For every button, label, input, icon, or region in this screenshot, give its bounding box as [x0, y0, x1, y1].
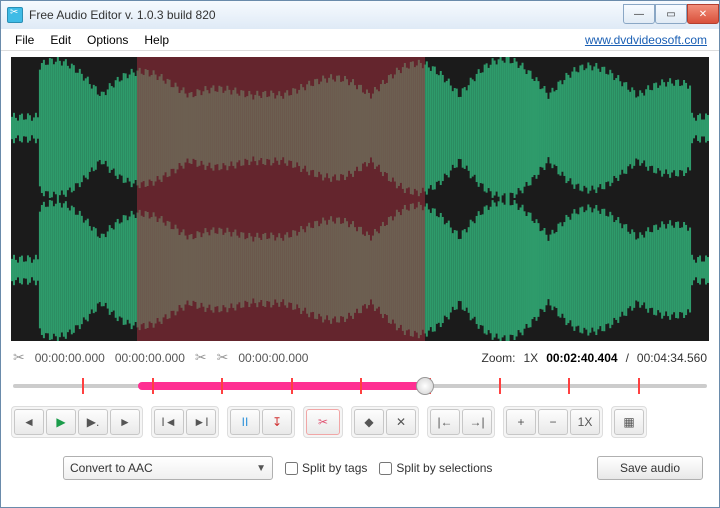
zoom-reset-button[interactable]: 1X	[570, 409, 600, 435]
total-time: 00:04:34.560	[637, 351, 707, 365]
pause-button[interactable]: II	[230, 409, 260, 435]
scissors-icon: ✂	[217, 349, 229, 366]
slider-tick	[638, 378, 640, 394]
slider-knob[interactable]	[416, 377, 434, 395]
menu-help[interactable]: Help	[136, 31, 177, 49]
play-selection-button[interactable]: ▶.	[78, 409, 108, 435]
minimize-button[interactable]: —	[623, 4, 655, 24]
scissors-icon: ✂	[195, 349, 207, 366]
slider-tick	[152, 378, 154, 394]
slider-tick	[291, 378, 293, 394]
vendor-link[interactable]: www.dvdvideosoft.com	[585, 33, 707, 47]
menu-file[interactable]: File	[7, 31, 42, 49]
marker-button[interactable]: ↧	[262, 409, 292, 435]
time-fields: ✂ 00:00:00.000 00:00:00.000 ✂ ✂ 00:00:00…	[11, 349, 709, 366]
content: ✂ 00:00:00.000 00:00:00.000 ✂ ✂ 00:00:00…	[1, 51, 719, 507]
menu-edit[interactable]: Edit	[42, 31, 79, 49]
scissors-icon: ✂	[13, 349, 25, 366]
waveform-selection[interactable]	[137, 57, 425, 341]
dropdown-icon: ▼	[256, 463, 266, 474]
titlebar[interactable]: Free Audio Editor v. 1.0.3 build 820 — ▭…	[1, 1, 719, 29]
marker-group: II ↧	[227, 406, 295, 438]
skip-start-button[interactable]: I◄	[154, 409, 184, 435]
app-icon	[7, 7, 23, 23]
split-tags-input[interactable]	[285, 462, 298, 475]
selection-end-time[interactable]: 00:00:00.000	[115, 351, 185, 365]
cut-button[interactable]: ✂	[306, 409, 340, 435]
timeline-slider[interactable]	[13, 374, 707, 396]
slider-tick	[568, 378, 570, 394]
cursor-time[interactable]: 00:00:00.000	[238, 351, 308, 365]
cut-group: ✂	[303, 406, 343, 438]
maximize-button[interactable]: ▭	[655, 4, 687, 24]
app-window: Free Audio Editor v. 1.0.3 build 820 — ▭…	[0, 0, 720, 508]
next-button[interactable]: ►	[110, 409, 140, 435]
sel-start-button[interactable]: |←	[430, 409, 460, 435]
slider-tick	[82, 378, 84, 394]
skip-end-button[interactable]: ►I	[186, 409, 216, 435]
split-button[interactable]: ◆	[354, 409, 384, 435]
zoom-value: 1X	[524, 351, 539, 365]
zoom-group: + − 1X	[503, 406, 603, 438]
delete-marker-button[interactable]: ✕	[386, 409, 416, 435]
split-tags-label: Split by tags	[302, 461, 367, 475]
play-button[interactable]: ▶	[46, 409, 76, 435]
menu-options[interactable]: Options	[79, 31, 136, 49]
bottom-bar: Convert to AAC ▼ Split by tags Split by …	[11, 448, 709, 480]
close-button[interactable]: ✕	[687, 4, 719, 24]
zoom-label: Zoom:	[481, 351, 515, 365]
position-time: 00:02:40.404	[546, 351, 617, 365]
zoom-in-button[interactable]: +	[506, 409, 536, 435]
toolbar: ◄ ▶ ▶. ► I◄ ►I II ↧ ✂ ◆ ✕ |← →|	[11, 404, 709, 440]
image-group: ▦	[611, 406, 647, 438]
time-separator: /	[626, 351, 629, 365]
window-title: Free Audio Editor v. 1.0.3 build 820	[29, 8, 216, 22]
skip-group: I◄ ►I	[151, 406, 219, 438]
format-select[interactable]: Convert to AAC ▼	[63, 456, 273, 480]
selection-start-time[interactable]: 00:00:00.000	[35, 351, 105, 365]
format-select-value: Convert to AAC	[70, 461, 153, 475]
sel-nav-group: |← →|	[427, 406, 495, 438]
cover-art-button[interactable]: ▦	[614, 409, 644, 435]
split-sel-input[interactable]	[379, 462, 392, 475]
slider-tick	[360, 378, 362, 394]
zoom-out-button[interactable]: −	[538, 409, 568, 435]
split-group: ◆ ✕	[351, 406, 419, 438]
slider-tick	[221, 378, 223, 394]
split-sel-label: Split by selections	[396, 461, 492, 475]
sel-end-button[interactable]: →|	[462, 409, 492, 435]
menubar: File Edit Options Help www.dvdvideosoft.…	[1, 29, 719, 51]
save-audio-button[interactable]: Save audio	[597, 456, 703, 480]
split-by-tags-checkbox[interactable]: Split by tags	[285, 461, 367, 475]
prev-button[interactable]: ◄	[14, 409, 44, 435]
waveform-display[interactable]	[11, 57, 709, 341]
slider-selection[interactable]	[138, 382, 425, 390]
split-by-selections-checkbox[interactable]: Split by selections	[379, 461, 492, 475]
slider-tick	[499, 378, 501, 394]
window-buttons: — ▭ ✕	[623, 4, 719, 24]
playback-group: ◄ ▶ ▶. ►	[11, 406, 143, 438]
